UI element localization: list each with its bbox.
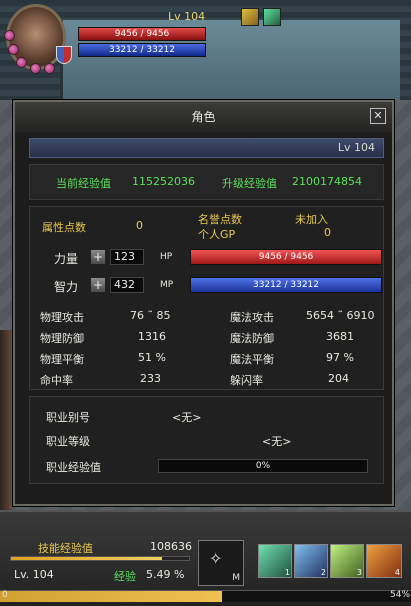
sword-buff-icon[interactable] [263,8,281,26]
attributes-panel: 属性点数 0 名誉点数 未加入 个人GP 0 力量 + 123 HP 9456 … [29,206,384,390]
window-title: 角色 [191,110,216,124]
menu-button[interactable]: ✧ M [198,540,244,586]
stat-row: 物理攻击 76 ˜ 85 魔法攻击 5654 ˜ 6910 [30,309,383,325]
stat-label: 命中率 [40,374,73,387]
slot-number: 4 [394,568,400,577]
exp-label: 经验 [114,570,136,583]
strength-value: 123 [110,249,144,265]
fame-points-value: 未加入 [295,213,328,226]
stat-row: 命中率 233 躲闪率 204 [30,372,383,388]
stat-label: 物理攻击 [40,311,84,324]
stat-value: 204 [328,372,349,385]
main-exp-bar [0,590,411,602]
guild-shield-icon [56,46,72,64]
stat-value: 5654 ˜ 6910 [306,309,375,322]
level-strip: Lv 104 [29,138,384,158]
buff-dot-icon[interactable] [30,63,41,74]
job-exp-bar: 0% [158,459,368,473]
job-panel: 职业别号 <无> 职业等级 <无> 职业经验值 0% [29,396,384,484]
next-exp-label: 升级经验值 [222,177,277,190]
job-exp-label: 职业经验值 [46,461,101,474]
strength-label: 力量 [54,252,79,266]
stat-value: 97 % [326,351,354,364]
personal-gp-label: 个人GP [198,228,236,241]
npc-partial [0,330,12,530]
buff-dot-icon[interactable] [8,44,19,55]
exp-value: 5.49 % [146,568,185,581]
stat-label: 魔法防御 [230,332,274,345]
stat-row: 物理防御 1316 魔法防御 3681 [30,330,383,346]
slot-number: 1 [284,568,290,577]
stat-row: 物理平衡 51 % 魔法平衡 97 % [30,351,383,367]
exp-percent-right: 54% [390,590,411,600]
stat-value: 76 ˜ 85 [130,309,171,322]
menu-key-label: M [232,573,240,583]
mp-bar: 33212 / 33212 [190,277,382,293]
buff-dot-icon[interactable] [16,57,27,68]
intelligence-value: 432 [110,277,144,293]
skill-slot-3[interactable]: 3 [330,544,364,578]
current-exp-label: 当前经验值 [56,177,111,190]
job-alias-value: <无> [172,411,202,424]
stat-label: 物理防御 [40,332,84,345]
skill-exp-label: 技能经验值 [38,542,93,555]
slot-number: 3 [356,568,362,577]
stat-label: 魔法平衡 [230,353,274,366]
stat-value: 233 [140,372,161,385]
skill-exp-bar [10,556,190,561]
window-level: Lv 104 [337,141,375,154]
job-level-value: <无> [262,435,292,448]
attr-points-label: 属性点数 [42,221,86,234]
skill-exp-fill [11,557,163,560]
hud-hp-bar: 9456 / 9456 [78,27,206,41]
attr-points-value: 0 [136,219,143,232]
bag-icon: ✧ [209,549,223,568]
buff-dot-icon[interactable] [4,30,15,41]
job-alias-label: 职业别号 [46,411,90,424]
skill-exp-value: 108636 [150,540,192,553]
slot-number: 2 [320,568,326,577]
skill-slot-4[interactable]: 4 [366,544,402,578]
mp-tag: MP [160,280,174,290]
bottom-level: Lv. 104 [14,568,54,581]
job-level-label: 职业等级 [46,435,90,448]
window-title-bar[interactable]: 角色 ✕ [15,102,392,132]
personal-gp-value: 0 [324,226,331,239]
close-button[interactable]: ✕ [370,108,386,124]
strength-plus-button[interactable]: + [90,249,106,265]
hp-tag: HP [160,252,173,262]
stat-value: 51 % [138,351,166,364]
scroll-buff-icon[interactable] [241,8,259,26]
stat-label: 物理平衡 [40,353,84,366]
hud-level: Lv 104 [168,10,206,23]
skill-slot-1[interactable]: 1 [258,544,292,578]
stat-value: 3681 [326,330,354,343]
current-exp-value: 115252036 [132,175,195,188]
stat-label: 魔法攻击 [230,311,274,324]
main-exp-fill [0,591,222,602]
stat-label: 躲闪率 [230,374,263,387]
intelligence-plus-button[interactable]: + [90,277,106,293]
hp-bar: 9456 / 9456 [190,249,382,265]
exp-left-number: 0 [2,590,8,600]
experience-panel: 当前经验值 115252036 升级经验值 2100174854 [29,164,384,200]
character-window: 角色 ✕ Lv 104 当前经验值 115252036 升级经验值 210017… [13,100,394,506]
buff-dot-icon[interactable] [44,63,55,74]
stat-value: 1316 [138,330,166,343]
skill-slot-2[interactable]: 2 [294,544,328,578]
intelligence-label: 智力 [54,280,79,294]
next-exp-value: 2100174854 [292,175,362,188]
hud-mp-bar: 33212 / 33212 [78,43,206,57]
fame-points-label: 名誉点数 [198,213,242,226]
